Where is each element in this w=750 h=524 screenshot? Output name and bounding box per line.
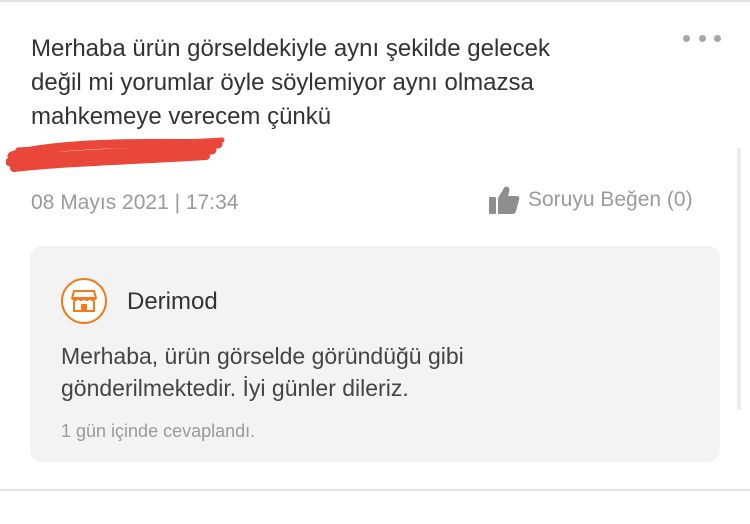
question-line: değil mi yorumlar öyle söylemiyor aynı o… — [31, 69, 534, 96]
ellipsis-icon — [698, 34, 706, 42]
answered-in: 1 gün içinde cevaplandı. — [61, 421, 256, 441]
ellipsis-icon — [714, 34, 721, 42]
seller-name[interactable]: Derimod — [127, 286, 218, 318]
redaction-scribble — [6, 137, 225, 172]
store-icon — [61, 278, 107, 324]
question-date: 08 Mayıs 2021 | 17:34 — [31, 191, 239, 214]
bottom-divider — [0, 489, 750, 491]
ellipsis-icon — [683, 34, 690, 42]
thumbs-up-icon — [489, 186, 520, 214]
seller-answer: Derimod Merhaba, ürün görselde göründüğü… — [30, 246, 720, 462]
question-text: Merhaba ürün görseldekiyle aynı şekilde … — [31, 32, 671, 134]
like-label: Soruyu Beğen (0) — [528, 188, 693, 211]
question-line: mahkemeye verecem çünkü — [31, 103, 332, 130]
top-divider — [0, 0, 750, 2]
like-question-button[interactable]: Soruyu Beğen (0) — [488, 185, 693, 215]
scrollbar[interactable] — [737, 148, 741, 410]
answer-line: Merhaba, ürün görselde göründüğü gibi — [61, 343, 464, 369]
question-card: Merhaba ürün görseldekiyle aynı şekilde … — [0, 0, 750, 524]
answer-line: gönderilmektedir. İyi günler dileriz. — [61, 375, 409, 401]
answer-text: Merhaba, ürün görselde göründüğü gibi gö… — [61, 340, 681, 404]
more-options-button[interactable] — [683, 30, 721, 46]
question-line: Merhaba ürün görseldekiyle aynı şekilde … — [31, 35, 550, 62]
